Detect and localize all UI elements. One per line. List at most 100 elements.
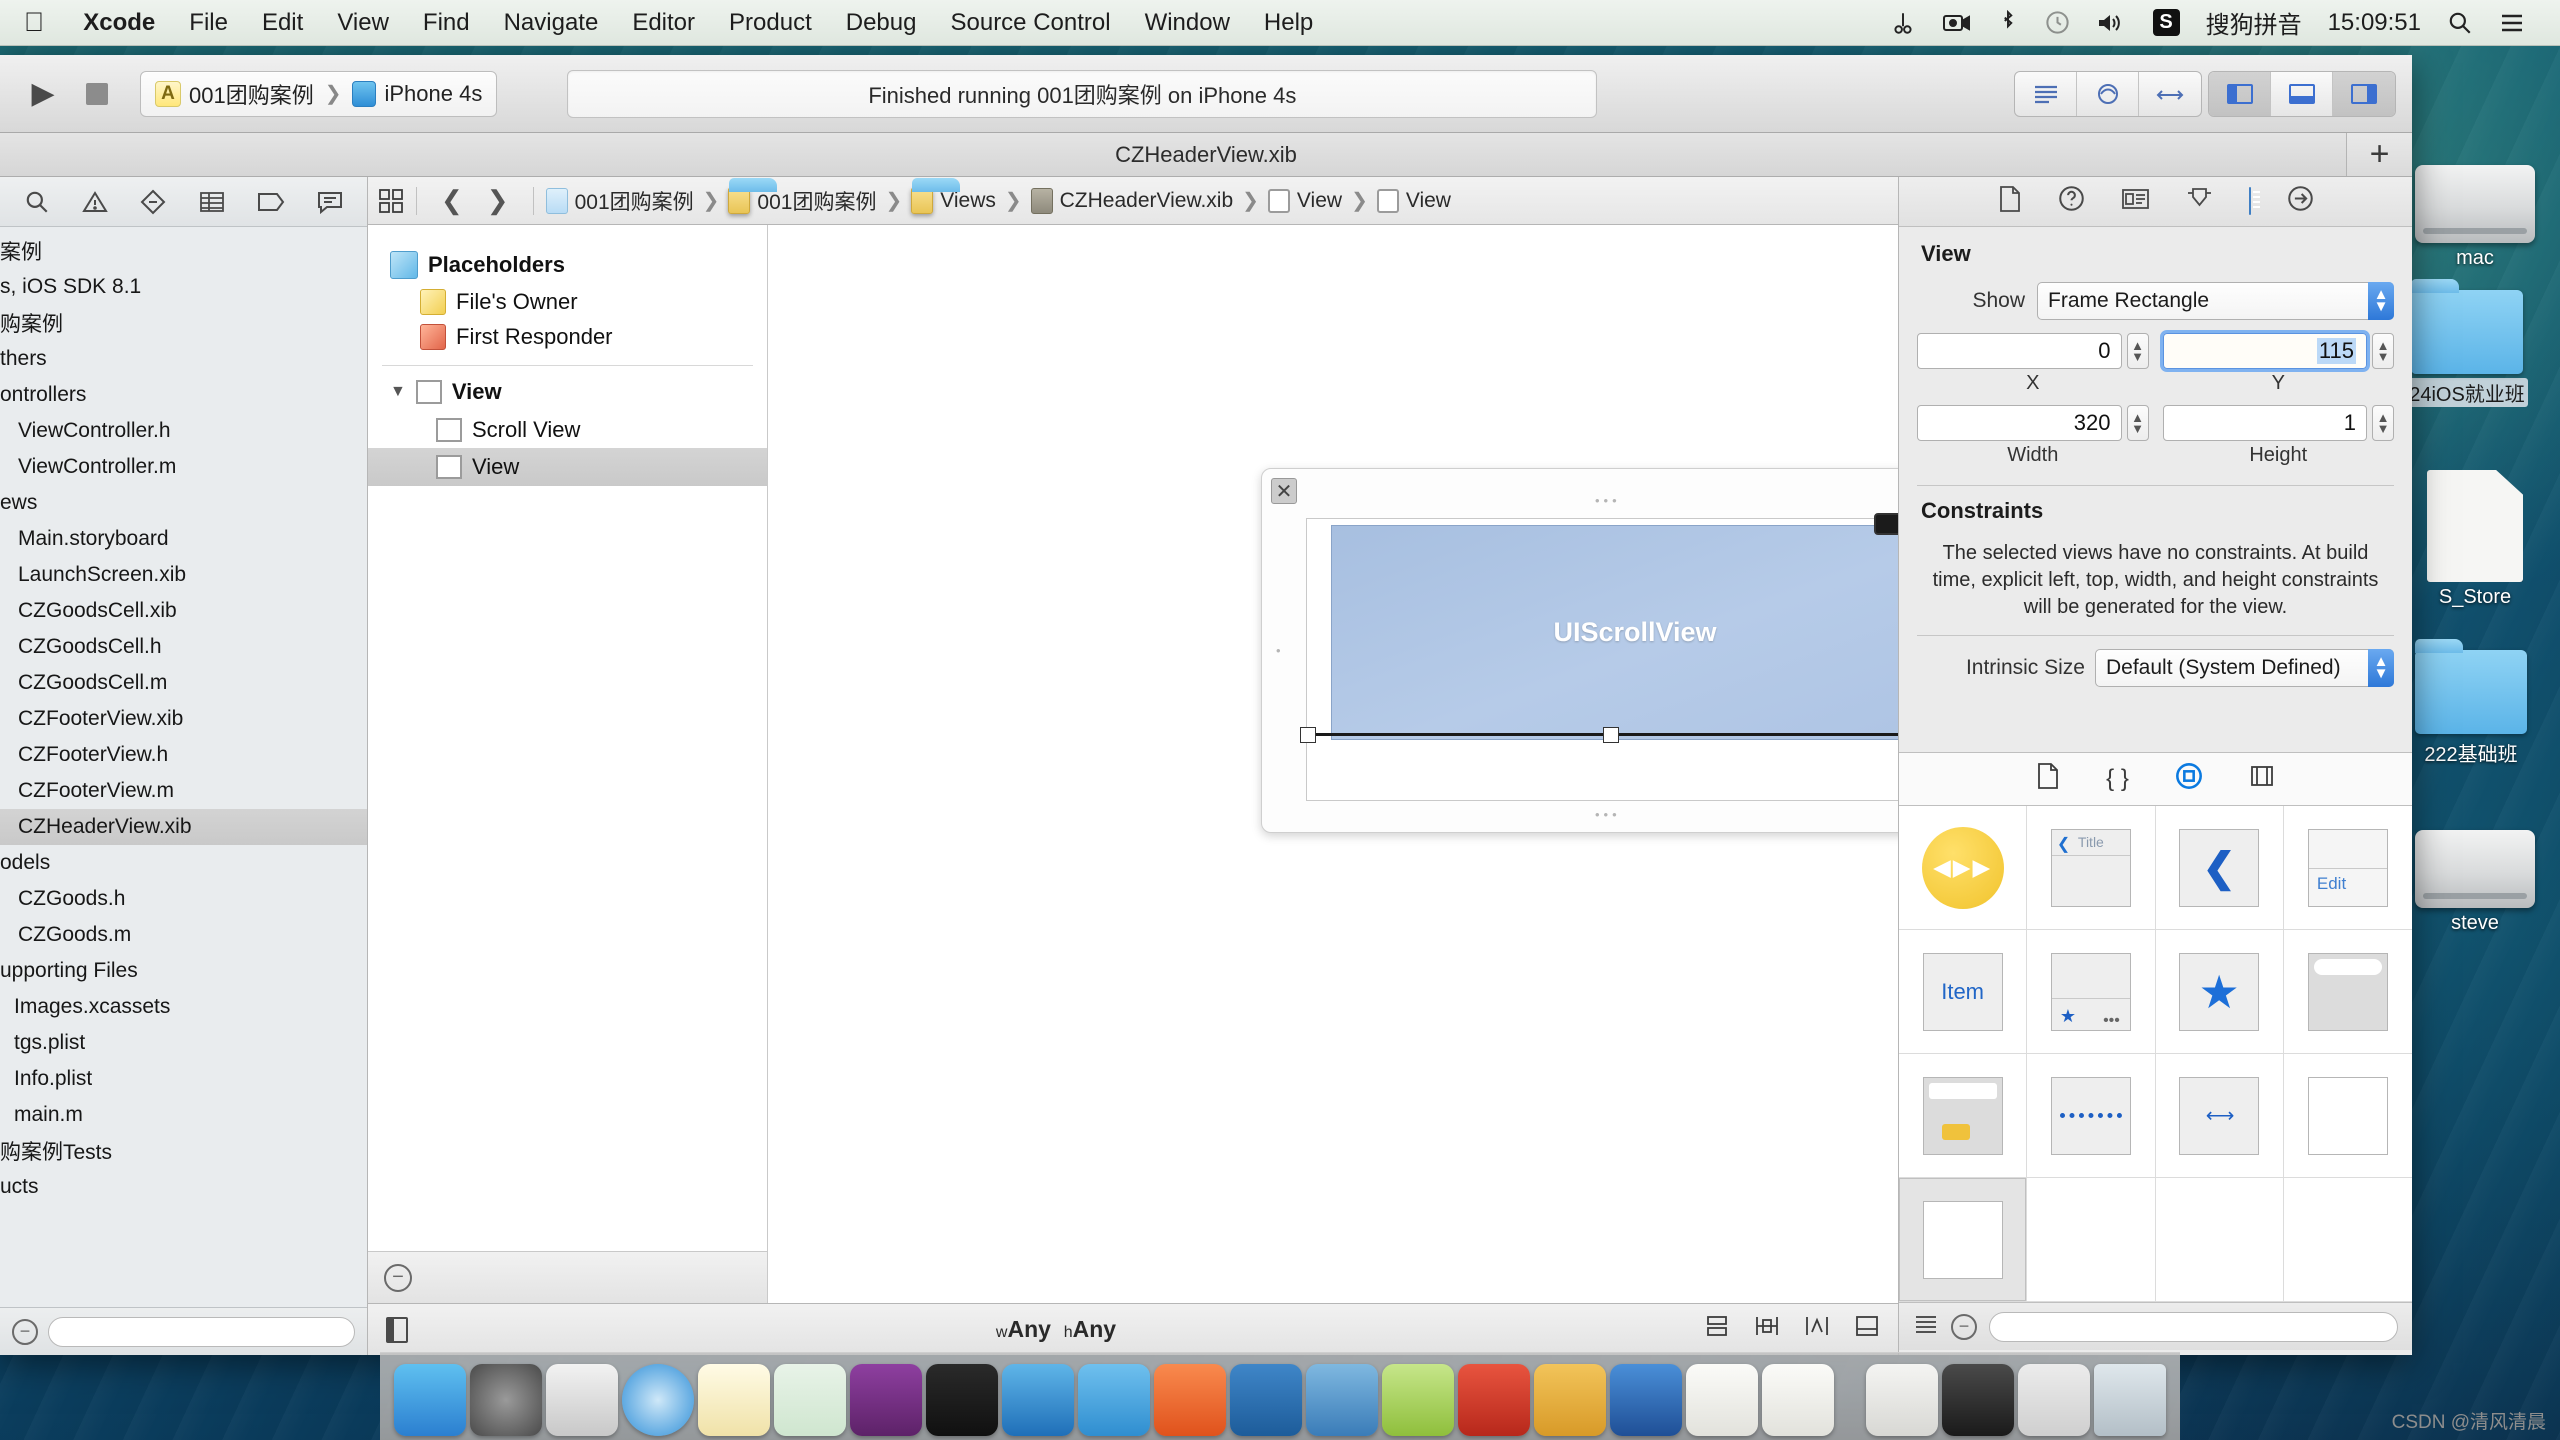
navigator-toggle-icon[interactable] [2209, 71, 2271, 116]
desktop-icon-store[interactable]: S_Store [2400, 470, 2550, 609]
zoom-out-circle-icon[interactable]: − [384, 1263, 412, 1292]
library-item-edit-button[interactable]: Edit [2283, 806, 2412, 930]
chevron-down-icon[interactable]: ▼ [390, 383, 406, 401]
breadcrumb-view-root[interactable]: View ❯ [1267, 188, 1377, 213]
breadcrumb-group-1[interactable]: 001团购案例 ❯ [728, 177, 911, 216]
outline-item-first-responder[interactable]: First Responder [368, 317, 767, 355]
list-view-icon[interactable] [1913, 1312, 1939, 1341]
file-row[interactable]: CZGoodsCell.xib [0, 593, 367, 629]
quick-help-icon[interactable] [2058, 185, 2085, 218]
file-row[interactable]: ontrollers [0, 377, 367, 413]
pin-icon[interactable] [1754, 1314, 1780, 1345]
file-row[interactable]: upporting Files [0, 953, 367, 989]
menu-xcode[interactable]: Xcode [66, 9, 172, 37]
input-method-label[interactable]: 搜狗拼音 [2193, 5, 2315, 40]
minus-circle-icon[interactable]: − [12, 1318, 38, 1345]
size-inspector-icon[interactable] [2248, 187, 2251, 215]
utilities-toggle-icon[interactable] [2333, 71, 2395, 116]
dock-item-textedit-1[interactable] [1686, 1364, 1758, 1436]
speaker-volume-icon[interactable] [2084, 11, 2140, 35]
resolve-auto-layout-icon[interactable] [1804, 1314, 1830, 1345]
file-row[interactable]: tgs.plist [0, 1025, 367, 1061]
outline-tree-view-selected[interactable]: View [368, 448, 767, 486]
search-navigator-icon[interactable] [24, 189, 50, 215]
intrinsic-size-popup[interactable]: Default (System Defined) ▲ ▼ [2095, 649, 2394, 687]
outline-item-files-owner[interactable]: File's Owner [368, 279, 767, 317]
resizing-behaviour-icon[interactable] [1854, 1314, 1880, 1345]
file-row[interactable]: CZGoodsCell.h [0, 629, 367, 665]
menu-product[interactable]: Product [712, 9, 829, 37]
x-stepper[interactable]: ▲ ▼ [2126, 333, 2149, 369]
resize-handle-middle[interactable] [1603, 727, 1619, 743]
file-row[interactable]: CZGoods.h [0, 881, 367, 917]
desktop-icon-steve[interactable]: steve [2400, 830, 2550, 935]
library-options-icon[interactable]: − [1951, 1313, 1977, 1340]
object-library-icon[interactable] [2175, 762, 2203, 797]
menu-bar-clock[interactable]: 15:09:51 [2315, 9, 2434, 37]
time-machine-clock-icon[interactable] [2031, 9, 2084, 36]
outline-tree-view-root[interactable]: ▼ View [368, 366, 767, 410]
dock-item-system-preferences[interactable] [470, 1364, 542, 1436]
version-editor-icon[interactable] [2139, 72, 2201, 116]
dock-item-word[interactable] [1610, 1364, 1682, 1436]
resize-handle-left[interactable] [1300, 727, 1316, 743]
file-row[interactable]: thers [0, 341, 367, 377]
file-template-library-icon[interactable] [2036, 762, 2060, 797]
library-item-back-button[interactable]: ❮ [2155, 806, 2284, 930]
file-row[interactable]: s, iOS SDK 8.1 [0, 269, 367, 305]
file-row[interactable]: ViewController.m [0, 449, 367, 485]
file-row[interactable]: CZFooterView.m [0, 773, 367, 809]
dock-item-recent-doc-2[interactable] [1942, 1364, 2014, 1436]
related-items-icon[interactable] [378, 188, 404, 214]
breadcrumb-view-selected[interactable]: View [1376, 188, 1451, 213]
dock-item-onenote[interactable] [850, 1364, 922, 1436]
menu-debug[interactable]: Debug [829, 9, 934, 37]
file-row[interactable]: CZFooterView.h [0, 737, 367, 773]
jumpbar-forward-button[interactable]: ❯ [475, 185, 521, 216]
breadcrumb-file[interactable]: CZHeaderView.xib ❯ [1030, 187, 1268, 214]
add-editor-tab-button[interactable]: + [2346, 133, 2412, 176]
file-row[interactable]: Images.xcassets [0, 989, 367, 1025]
breadcrumb-group-views[interactable]: Views ❯ [911, 177, 1030, 214]
align-icon[interactable] [1704, 1314, 1730, 1345]
dock-item-stickies[interactable] [698, 1364, 770, 1436]
spotlight-search-icon[interactable] [2434, 10, 2486, 36]
breakpoint-navigator-icon[interactable] [257, 191, 285, 213]
file-row[interactable]: LaunchScreen.xib [0, 557, 367, 593]
selected-view-line[interactable] [1306, 733, 1898, 736]
file-row[interactable]: main.m [0, 1097, 367, 1133]
dock-item-dash[interactable] [1230, 1364, 1302, 1436]
file-row[interactable]: CZGoodsCell.m [0, 665, 367, 701]
height-input[interactable]: 1 [2162, 405, 2367, 441]
y-stepper[interactable]: ▲ ▼ [2372, 333, 2394, 369]
menu-find[interactable]: Find [406, 9, 487, 37]
standard-editor-icon[interactable] [2015, 71, 2077, 116]
library-item-navigation-bar[interactable]: ❮ Title [2027, 806, 2156, 930]
file-inspector-icon[interactable] [1998, 185, 2022, 219]
menu-file[interactable]: File [172, 9, 245, 37]
library-item-blank-view[interactable] [2283, 1054, 2412, 1178]
x-input[interactable]: 0 [1917, 333, 2122, 369]
menu-navigate[interactable]: Navigate [487, 9, 616, 37]
file-row[interactable]: ViewController.h [0, 413, 367, 449]
input-method-badge[interactable]: S [2140, 9, 2193, 36]
library-item-search-bar[interactable] [2283, 930, 2412, 1054]
video-camera-icon[interactable] [1929, 11, 1985, 35]
menu-help[interactable]: Help [1247, 9, 1330, 37]
library-item-arrow-constraint[interactable]: ⟷ [2155, 1054, 2284, 1178]
dock-item-textedit-2[interactable] [1762, 1364, 1834, 1436]
menu-source-control[interactable]: Source Control [933, 9, 1127, 37]
height-stepper[interactable]: ▲ ▼ [2372, 405, 2394, 441]
show-popup-button[interactable]: Frame Rectangle ▲ ▼ [2037, 282, 2394, 320]
assistant-editor-icon[interactable] [2077, 71, 2139, 116]
dock-item-recent-doc-1[interactable] [1866, 1364, 1938, 1436]
dock-item-excel[interactable] [774, 1364, 846, 1436]
menu-editor[interactable]: Editor [615, 9, 712, 37]
outline-placeholders-header[interactable]: Placeholders [368, 225, 767, 279]
dock-item-finder[interactable] [394, 1364, 466, 1436]
file-row[interactable]: 购案例 [0, 305, 367, 341]
scissors-icon[interactable] [1877, 10, 1929, 36]
library-item-player-controls[interactable]: ◀▶▶ [1899, 806, 2028, 930]
dock-item-xcode-old[interactable] [1002, 1364, 1074, 1436]
dock-item-charles[interactable] [1534, 1364, 1606, 1436]
